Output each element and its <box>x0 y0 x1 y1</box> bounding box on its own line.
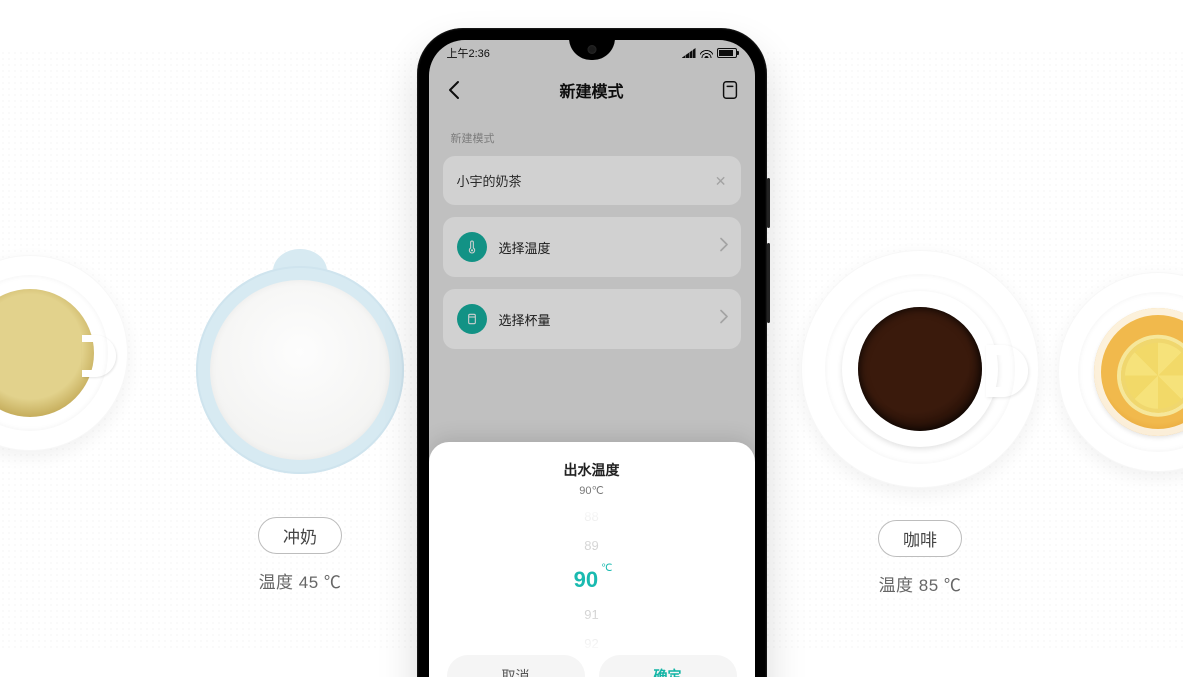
chevron-left-icon <box>443 78 467 102</box>
phone-side-button <box>767 178 770 228</box>
chevron-right-icon <box>719 310 729 329</box>
picker-option[interactable]: 92 <box>584 636 598 651</box>
cup-handle <box>82 335 116 377</box>
phone-screen: 上午2:36 新建模式 新建模式 小宇的奶茶 ✕ <box>429 40 755 677</box>
picker-option[interactable]: 89 <box>584 538 598 553</box>
mode-name-input-row[interactable]: 小宇的奶茶 ✕ <box>443 156 741 205</box>
coffee-temperature-text: 温度 85 ℃ <box>879 571 962 596</box>
phone-frame: 上午2:36 新建模式 新建模式 小宇的奶茶 ✕ <box>417 28 767 677</box>
select-temperature-label: 选择温度 <box>499 238 551 257</box>
mode-name-input[interactable]: 小宇的奶茶 <box>457 171 703 190</box>
honey-cup <box>1094 308 1183 436</box>
select-cup-size-label: 选择杯量 <box>499 310 551 329</box>
back-button[interactable] <box>443 78 467 102</box>
document-icon <box>719 79 741 101</box>
sheet-subtitle: 90℃ <box>429 484 755 497</box>
signal-icon <box>682 48 696 58</box>
chevron-right-icon <box>719 238 729 257</box>
thermometer-icon <box>457 232 487 262</box>
content-area: 新建模式 小宇的奶茶 ✕ 选择温度 选择杯量 <box>429 114 755 349</box>
cup-icon <box>457 304 487 334</box>
select-cup-size-row[interactable]: 选择杯量 <box>443 289 741 349</box>
temperature-picker-sheet: 出水温度 90℃ 88 89 90℃ 91 92 取消 确定 <box>429 442 755 677</box>
cup-handle <box>986 345 1028 397</box>
picker-option[interactable]: 91 <box>584 607 598 622</box>
sheet-actions: 取消 确定 <box>429 655 755 677</box>
section-label: 新建模式 <box>443 124 741 156</box>
picker-option-selected[interactable]: 90℃ <box>574 567 610 593</box>
coffee-cup <box>842 291 998 447</box>
save-template-button[interactable] <box>719 79 741 101</box>
status-time: 上午2:36 <box>447 45 490 61</box>
coffee-liquid <box>858 307 982 431</box>
temperature-picker[interactable]: 88 89 90℃ 91 92 <box>429 505 755 655</box>
cancel-button[interactable]: 取消 <box>447 655 585 677</box>
lemon-slice-icon <box>1121 339 1183 413</box>
tea-cup <box>0 289 94 417</box>
status-icons <box>682 48 737 58</box>
confirm-button[interactable]: 确定 <box>599 655 737 677</box>
wifi-icon <box>700 48 713 58</box>
milk-bowl-container <box>185 255 415 485</box>
picker-selected-value: 90 <box>574 567 598 592</box>
picker-option[interactable]: 88 <box>584 509 598 524</box>
tea-column <box>0 0 128 677</box>
nav-bar: 新建模式 <box>429 66 755 114</box>
page-title: 新建模式 <box>559 78 623 102</box>
picker-selected-unit: ℃ <box>601 563 612 574</box>
battery-icon <box>717 48 737 58</box>
milk-bowl <box>196 266 404 474</box>
honey-plate <box>1058 272 1183 472</box>
clear-input-button[interactable]: ✕ <box>715 174 727 188</box>
coffee-plate <box>801 250 1039 488</box>
phone-side-button <box>767 243 770 323</box>
coffee-column: 咖啡 温度 85 ℃ <box>790 0 1050 677</box>
milk-column: 冲奶 温度 45 ℃ <box>170 0 430 677</box>
picker-list: 88 89 90℃ 91 92 <box>429 509 755 651</box>
honey-column <box>1058 0 1183 677</box>
sheet-title: 出水温度 <box>429 460 755 480</box>
select-temperature-row[interactable]: 选择温度 <box>443 217 741 277</box>
tea-plate <box>0 255 128 451</box>
milk-temperature-text: 温度 45 ℃ <box>259 568 342 593</box>
coffee-pill-label: 咖啡 <box>878 520 962 557</box>
milk-pill-label: 冲奶 <box>258 517 342 554</box>
milk-liquid <box>210 280 390 460</box>
